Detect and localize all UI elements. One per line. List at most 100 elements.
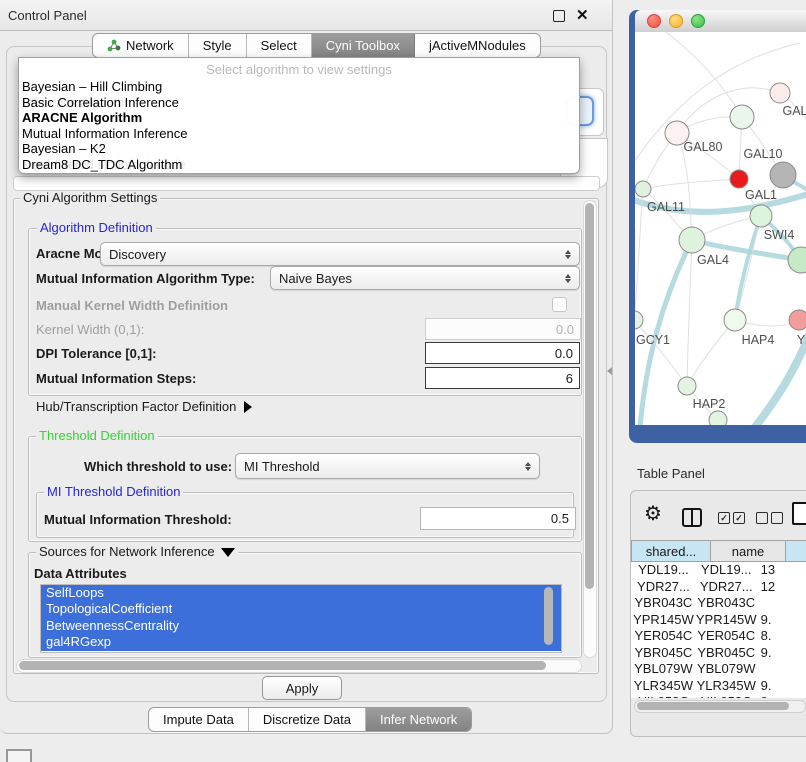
docked-panel-icon[interactable]: [6, 749, 32, 762]
table-row[interactable]: YER054CYER054C8.: [631, 628, 806, 645]
node-label: GAL80: [684, 140, 723, 154]
kernel-width-field[interactable]: 0.0: [425, 318, 581, 340]
close-icon[interactable]: ✕: [576, 6, 589, 24]
node-label: HAP4: [742, 333, 775, 347]
table-row[interactable]: YBR043CYBR043C: [631, 595, 806, 612]
data-attribute-item[interactable]: BetweennessCentrality: [41, 618, 561, 634]
deselect-all-columns-icon[interactable]: [756, 512, 783, 524]
scrollbar-thumb[interactable]: [585, 203, 594, 589]
column-header[interactable]: name: [711, 540, 786, 562]
data-attribute-item[interactable]: gal4RGexp: [41, 634, 561, 650]
table-cell: YBL079W: [696, 661, 757, 678]
settings-vertical-scrollbar[interactable]: [583, 200, 597, 658]
network-node[interactable]: [730, 105, 754, 129]
aracne-mode-select[interactable]: Discovery: [100, 242, 580, 266]
table-row[interactable]: YBL079WYBL079W: [631, 661, 806, 678]
tab-discretize-data[interactable]: Discretize Data: [249, 708, 366, 731]
field-value: 0.0: [555, 346, 573, 361]
network-node[interactable]: [709, 411, 727, 425]
table-cell: [757, 661, 806, 678]
mi-steps-field[interactable]: 6: [425, 367, 580, 389]
list-scrollbar[interactable]: [544, 587, 553, 645]
tab-cyni-toolbox[interactable]: Cyni Toolbox: [312, 34, 415, 57]
panel-title: Control Panel: [8, 8, 87, 23]
table-cell: 9.: [757, 612, 806, 629]
table-row[interactable]: YIL052CYIL052C9: [631, 694, 806, 698]
network-node[interactable]: [724, 309, 746, 331]
network-node[interactable]: [678, 377, 696, 395]
network-window-titlebar: [635, 10, 806, 33]
settings-horizontal-scrollbar[interactable]: [16, 659, 582, 673]
close-traffic-light[interactable]: [647, 14, 661, 28]
stepper-icon: [521, 462, 535, 471]
float-window-icon[interactable]: [553, 10, 565, 22]
export-table-icon[interactable]: [792, 502, 806, 525]
network-node[interactable]: [789, 310, 806, 330]
network-node[interactable]: [788, 247, 806, 273]
algorithm-option[interactable]: Dream8 DC_TDC Algorithm: [19, 157, 579, 173]
network-node[interactable]: [750, 205, 772, 227]
table-cell: YPR145W: [631, 612, 696, 629]
mi-threshold-label: Mutual Information Threshold:: [44, 512, 232, 527]
expanded-arrow-icon: [221, 548, 235, 557]
group-title: Algorithm Definition: [37, 221, 156, 234]
dpi-tolerance-field[interactable]: 0.0: [425, 342, 580, 364]
tab-label: Impute Data: [163, 712, 234, 727]
tab-impute-data[interactable]: Impute Data: [149, 708, 249, 731]
network-node[interactable]: [770, 83, 790, 103]
network-node[interactable]: [635, 181, 651, 197]
algorithm-option[interactable]: Bayesian – K2: [19, 141, 579, 157]
table-cell: YDL19...: [631, 562, 696, 579]
data-attribute-item[interactable]: SelfLoops: [41, 585, 561, 601]
algorithm-option[interactable]: ARACNE Algorithm: [19, 110, 579, 126]
algorithm-option[interactable]: Basic Correlation Inference: [19, 95, 579, 111]
table-row[interactable]: YLR345WYLR345W9.: [631, 678, 806, 695]
tab-jactivemnodules[interactable]: jActiveMNodules: [415, 34, 540, 57]
zoom-traffic-light[interactable]: [691, 14, 705, 28]
table-row[interactable]: YDL19...YDL19...13: [631, 562, 806, 579]
node-label: GAL11: [647, 200, 685, 214]
manual-kernel-checkbox[interactable]: [552, 297, 567, 312]
gear-icon[interactable]: ⚙: [644, 504, 662, 524]
mi-threshold-field[interactable]: 0.5: [420, 507, 576, 530]
select-all-columns-icon[interactable]: ✓ ✓: [718, 512, 745, 524]
network-canvas[interactable]: GALGAL80GAL10GAL1GAL11SWI4GAL4GCY1HAP4YH…: [635, 32, 806, 425]
table-cell: YBR045C: [696, 645, 757, 662]
column-header[interactable]: A: [786, 540, 806, 562]
splitter-handle-icon[interactable]: [607, 367, 612, 375]
kernel-width-label: Kernel Width (0,1):: [36, 322, 144, 337]
algorithm-option[interactable]: Mutual Information Inference: [19, 126, 579, 142]
table-row[interactable]: YBR045CYBR045C9.: [631, 645, 806, 662]
hub-definition-toggle[interactable]: Hub/Transcription Factor Definition: [36, 399, 252, 414]
network-node[interactable]: [730, 170, 748, 188]
data-attribute-item[interactable]: TopologicalCoefficient: [41, 601, 561, 617]
scrollbar-thumb[interactable]: [637, 702, 789, 710]
group-title: MI Threshold Definition: [44, 485, 183, 498]
tab-style[interactable]: Style: [189, 34, 247, 57]
selected-value: Discovery: [109, 247, 561, 262]
network-edge: [635, 189, 643, 320]
table-row[interactable]: YDR27...YDR27...12: [631, 579, 806, 596]
table-horizontal-scrollbar[interactable]: [634, 700, 806, 713]
columns-icon[interactable]: [682, 508, 702, 527]
table-cell: 9: [757, 694, 806, 698]
table-cell: YIL052C: [631, 694, 696, 698]
tab-select[interactable]: Select: [247, 34, 312, 57]
algorithm-option[interactable]: Bayesian – Hill Climbing: [19, 79, 579, 95]
tab-label: jActiveMNodules: [429, 38, 526, 53]
network-node[interactable]: [635, 311, 643, 329]
table-row[interactable]: YPR145WYPR145W9.: [631, 612, 806, 629]
apply-button[interactable]: Apply: [262, 676, 342, 700]
tab-infer-network[interactable]: Infer Network: [366, 708, 471, 731]
sources-toggle[interactable]: Sources for Network Inference: [36, 545, 238, 558]
network-edge: [677, 88, 780, 133]
tab-network[interactable]: Network: [93, 34, 189, 57]
which-threshold-select[interactable]: MI Threshold: [235, 453, 540, 479]
field-value: 0.5: [551, 511, 569, 526]
network-node[interactable]: [679, 227, 705, 253]
minimize-traffic-light[interactable]: [669, 14, 683, 28]
mi-type-select[interactable]: Naive Bayes: [270, 266, 580, 290]
column-header[interactable]: shared...: [631, 540, 711, 562]
scrollbar-thumb[interactable]: [19, 661, 546, 670]
network-node[interactable]: [770, 162, 796, 188]
